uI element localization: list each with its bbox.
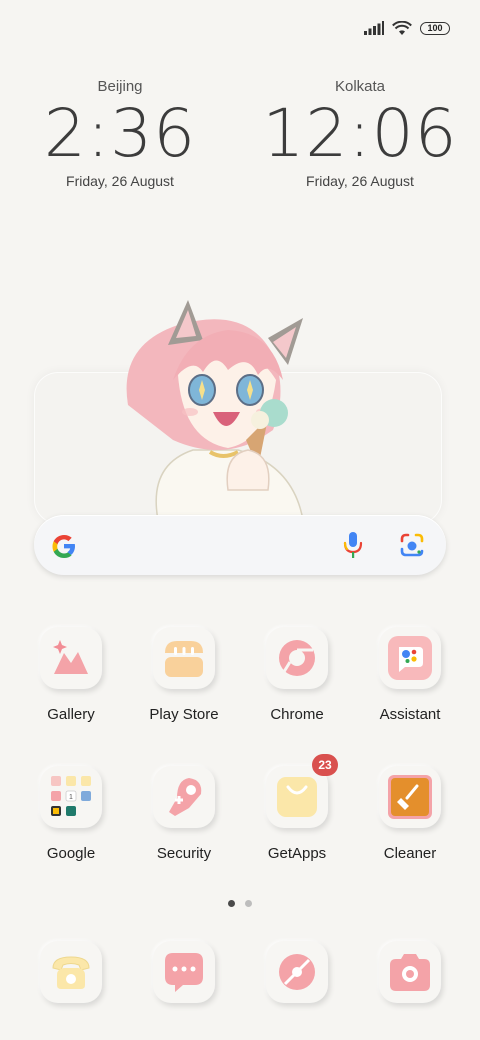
app-chrome[interactable]: Chrome xyxy=(241,627,353,723)
battery-indicator: 100 xyxy=(420,21,450,35)
camera-icon xyxy=(379,941,441,1003)
app-label: Security xyxy=(156,845,212,862)
signal-bars-icon xyxy=(364,21,384,35)
chrome-icon xyxy=(266,627,328,689)
status-bar: 100 xyxy=(364,18,450,38)
clock-time: 12:06 xyxy=(262,95,458,172)
getapps-icon: 23 xyxy=(266,754,338,828)
app-label: Cleaner xyxy=(383,845,437,862)
dock-messages[interactable] xyxy=(128,941,240,1003)
app-label: Gallery xyxy=(47,706,95,723)
clock-date: Friday, 26 August xyxy=(66,173,174,189)
play-store-icon xyxy=(153,627,215,689)
phone-icon xyxy=(40,941,102,1003)
app-label: Assistant xyxy=(379,706,441,723)
app-security[interactable]: Security xyxy=(128,766,240,862)
dock-browser[interactable] xyxy=(241,941,353,1003)
clock-widget-kolkata[interactable]: Kolkata 12:06 Friday, 26 August xyxy=(260,78,460,189)
browser-icon xyxy=(266,941,328,1003)
microphone-icon[interactable] xyxy=(342,531,364,559)
assistant-icon xyxy=(379,627,441,689)
messages-icon xyxy=(153,941,215,1003)
svg-text:1: 1 xyxy=(69,794,73,801)
app-label: Google xyxy=(46,845,96,862)
page-dot-1[interactable] xyxy=(228,900,235,907)
security-icon xyxy=(153,766,215,828)
clock-city: Kolkata xyxy=(334,78,386,95)
anime-girl-illustration xyxy=(126,300,304,520)
google-folder-icon: 1 xyxy=(40,766,102,828)
notification-badge: 23 xyxy=(312,754,338,776)
app-folder-google[interactable]: 1 Google xyxy=(15,766,127,862)
dock-camera[interactable] xyxy=(354,941,466,1003)
app-assistant[interactable]: Assistant xyxy=(354,627,466,723)
wifi-icon xyxy=(392,20,412,35)
cleaner-icon xyxy=(379,766,441,828)
clock-date: Friday, 26 August xyxy=(306,173,414,189)
app-getapps[interactable]: 23 GetApps xyxy=(241,754,353,862)
google-g-icon xyxy=(52,535,75,558)
app-cleaner[interactable]: Cleaner xyxy=(354,766,466,862)
page-dot-2[interactable] xyxy=(245,900,252,907)
clock-city: Beijing xyxy=(97,78,143,95)
clock-widget-beijing[interactable]: Beijing 2:36 Friday, 26 August xyxy=(20,78,220,189)
dock-phone[interactable] xyxy=(15,941,127,1003)
app-play-store[interactable]: Play Store xyxy=(128,627,240,723)
page-indicator[interactable] xyxy=(0,900,480,907)
app-label: Chrome xyxy=(270,706,324,723)
clock-time: 2:36 xyxy=(43,95,197,172)
gallery-icon xyxy=(40,627,102,689)
app-label: Play Store xyxy=(149,706,219,723)
app-label: GetApps xyxy=(267,845,327,862)
google-search-bar[interactable] xyxy=(34,515,446,575)
google-lens-icon[interactable] xyxy=(399,532,425,558)
app-gallery[interactable]: Gallery xyxy=(15,627,127,723)
